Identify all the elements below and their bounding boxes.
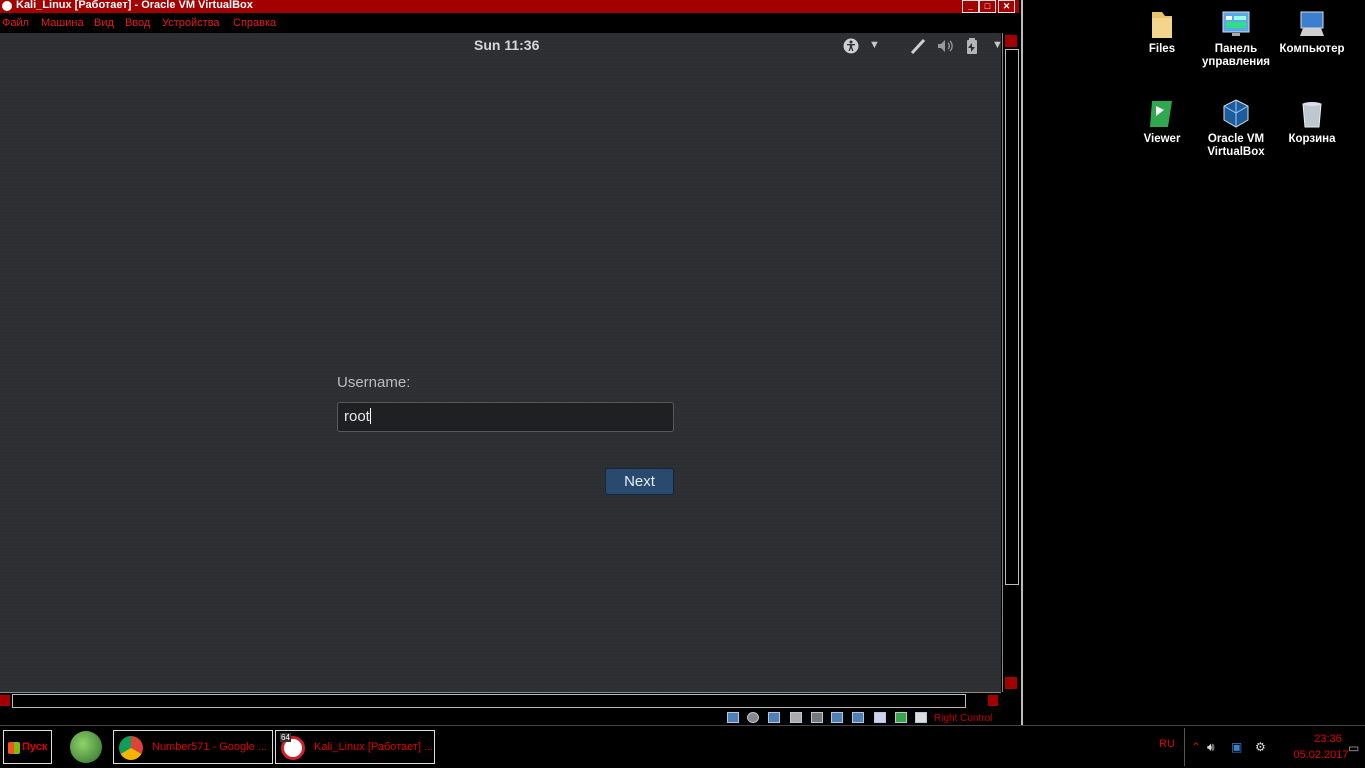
desktop-icon-files[interactable]: Files	[1123, 8, 1201, 56]
recycle-bin-icon	[1296, 98, 1328, 130]
clock-date[interactable]: 05.02.2017	[1285, 749, 1357, 761]
clock[interactable]: Sun 11:36	[474, 37, 539, 53]
next-button[interactable]: Next	[605, 468, 674, 495]
username-input[interactable]: root	[337, 402, 674, 432]
desktop-icon-label: Панель управления	[1202, 43, 1270, 68]
scroll-right-arrow[interactable]	[988, 695, 998, 706]
horizontal-scrollbar[interactable]	[0, 692, 1001, 709]
chevron-down-icon[interactable]: ▼	[869, 37, 880, 53]
display-icon[interactable]	[831, 712, 843, 723]
desktop-icon-recycle-bin[interactable]: Корзина	[1273, 98, 1351, 146]
taskbar-item-label: Number571 - Google ...	[152, 741, 267, 753]
show-desktop-icon[interactable]: ▭	[1348, 742, 1359, 754]
vertical-scroll-thumb[interactable]	[1005, 49, 1019, 585]
horizontal-scroll-thumb[interactable]	[12, 694, 966, 708]
volume-icon[interactable]	[937, 38, 955, 57]
virtualbox-app-icon	[2, 1, 12, 11]
desktop-icon-viewer[interactable]: Viewer	[1123, 98, 1201, 146]
close-button[interactable]: ✕	[998, 0, 1015, 13]
battery-icon[interactable]	[966, 38, 980, 57]
desktop-icon-control-panel[interactable]: Панель управления	[1197, 8, 1275, 69]
system-tray: ⌃ 🔊︎ ▣ ⚙ 23:36 05.02.2017 ▭	[1184, 728, 1365, 766]
maximize-button[interactable]: □	[979, 0, 996, 13]
vertical-scrollbar[interactable]	[1002, 33, 1020, 692]
desktop-icon-label: Files	[1148, 43, 1176, 55]
text-caret	[369, 408, 371, 424]
start-button[interactable]: Пуск	[3, 730, 52, 764]
minimize-button[interactable]: _	[962, 0, 979, 13]
arch-badge: 64	[280, 733, 291, 742]
show-hidden-icons-icon[interactable]: ⌃	[1191, 741, 1201, 753]
guest-screen[interactable]: Sun 11:36 ▼ ▼ Username: root Next	[0, 33, 1003, 692]
accessibility-icon[interactable]	[843, 38, 859, 57]
scroll-left-arrow[interactable]	[0, 695, 10, 706]
desktop-icon-label: Viewer	[1143, 133, 1181, 145]
optical-drive-icon[interactable]	[747, 712, 759, 723]
window-titlebar[interactable]: Kali_Linux [Работает] - Oracle VM Virtua…	[0, 0, 1019, 13]
start-label: Пуск	[22, 741, 48, 753]
taskbar-item-virtualbox[interactable]: 64 Kali_Linux [Работает] ...	[275, 730, 435, 764]
volume-icon[interactable]: 🔊︎	[1207, 741, 1215, 753]
virtualbox-window: Kali_Linux [Работает] - Oracle VM Virtua…	[0, 0, 1023, 725]
virtualization-icon[interactable]	[874, 712, 886, 723]
menu-bar: Файл Машина Вид Ввод Устройства Справка	[0, 14, 1019, 32]
shared-folders-icon[interactable]	[811, 712, 823, 723]
gnome-top-bar: Sun 11:36 ▼ ▼	[0, 33, 1003, 59]
desktop-icon-label: Корзина	[1288, 133, 1336, 145]
username-value: root	[344, 408, 370, 425]
video-capture-icon[interactable]	[852, 712, 864, 723]
virtualbox-icon	[1220, 98, 1252, 130]
menu-devices[interactable]: Устройства	[162, 17, 220, 29]
globe-app-icon[interactable]	[70, 731, 102, 763]
taskbar-item-chrome[interactable]: Number571 - Google ...	[113, 730, 273, 764]
scroll-down-arrow[interactable]	[1005, 677, 1017, 689]
mouse-integration-icon[interactable]	[915, 712, 927, 723]
language-indicator[interactable]: RU	[1159, 738, 1175, 750]
viewer-icon	[1146, 98, 1178, 130]
menu-view[interactable]: Вид	[94, 17, 114, 29]
desktop-icon-label: Oracle VM VirtualBox	[1207, 133, 1265, 158]
taskbar-item-label: Kali_Linux [Работает] ...	[314, 741, 434, 753]
network-icon[interactable]: ▣	[1231, 741, 1242, 753]
vbox-status-bar: Right Control	[0, 709, 1019, 725]
menu-help[interactable]: Справка	[233, 17, 276, 29]
desktop-icon-computer[interactable]: Компьютер	[1273, 8, 1351, 56]
menu-input[interactable]: Ввод	[125, 17, 150, 29]
desktop-icon-virtualbox[interactable]: Oracle VM VirtualBox	[1197, 98, 1275, 159]
network-icon[interactable]	[910, 38, 926, 57]
computer-icon	[1296, 8, 1328, 40]
window-title: Kali_Linux [Работает] - Oracle VM Virtua…	[16, 0, 253, 11]
taskbar: Пуск Number571 - Google ... 64 Kali_Linu…	[0, 725, 1365, 768]
folder-icon	[1146, 8, 1178, 40]
guest-additions-icon[interactable]	[895, 712, 907, 723]
settings-icon[interactable]: ⚙	[1255, 741, 1266, 753]
menu-file[interactable]: Файл	[2, 17, 29, 29]
host-key-label[interactable]: Right Control	[934, 713, 992, 724]
username-label: Username:	[337, 374, 411, 391]
scroll-up-arrow[interactable]	[1005, 35, 1017, 47]
windows-logo-icon	[8, 742, 20, 754]
menu-machine[interactable]: Машина	[41, 17, 84, 29]
chrome-icon	[119, 736, 143, 760]
network-adapter-icon[interactable]	[768, 712, 780, 723]
usb-icon[interactable]	[790, 712, 802, 723]
control-panel-icon	[1220, 8, 1252, 40]
desktop-icon-label: Компьютер	[1279, 43, 1345, 55]
hard-disk-icon[interactable]	[727, 712, 739, 723]
